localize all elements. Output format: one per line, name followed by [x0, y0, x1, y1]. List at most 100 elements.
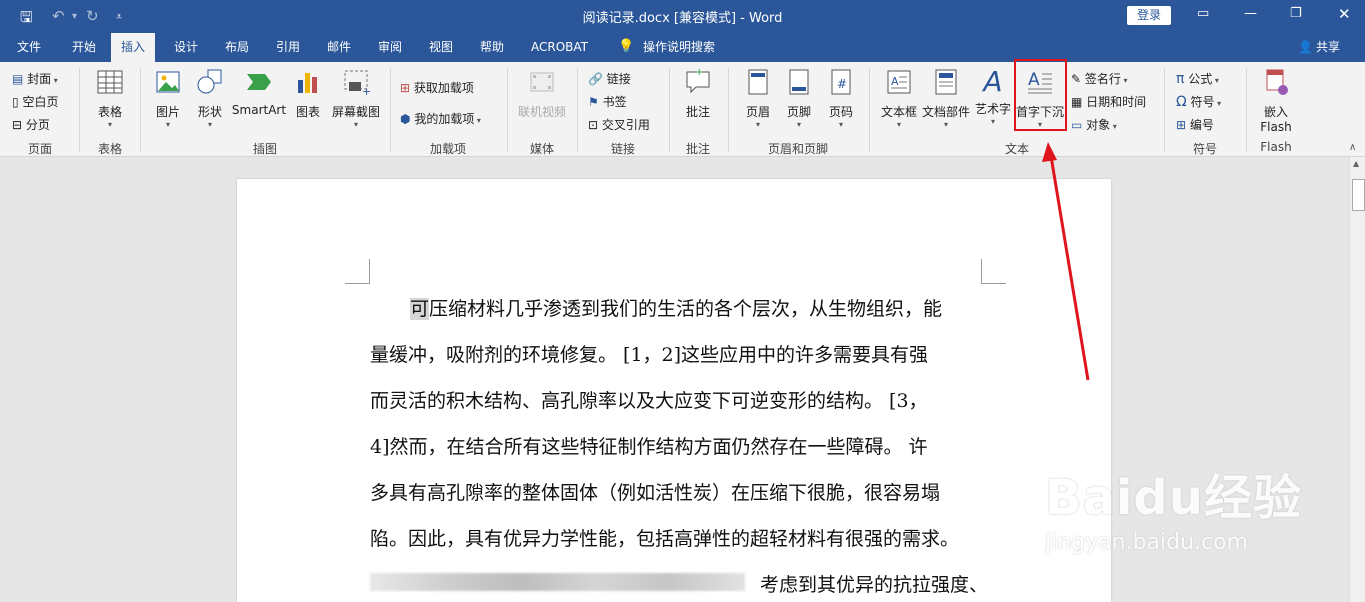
online-video-button[interactable]: 联机视频	[514, 68, 570, 120]
svg-text:+: +	[695, 68, 703, 78]
footer-icon	[789, 69, 809, 95]
equation-button[interactable]: π 公式 ▾	[1176, 70, 1219, 87]
header-button[interactable]: 页眉 ▾	[740, 68, 776, 129]
page-break-icon: ⊟	[12, 118, 23, 132]
comment-button[interactable]: + 批注	[680, 67, 716, 120]
divider	[577, 68, 578, 152]
ribbon-display-icon[interactable]: ▭	[1197, 6, 1209, 21]
picture-icon	[156, 71, 180, 93]
tab-design[interactable]: 设计	[164, 33, 208, 62]
paragraph-line: 而灵活的积木结构、高孔隙率以及大应变下可逆变形的结构。 [3，	[370, 390, 928, 412]
ribbon-tabs: 文件 开始 插入 设计 布局 引用 邮件 审阅 视图 帮助 ACROBAT 💡 …	[0, 33, 1365, 62]
tab-home[interactable]: 开始	[62, 33, 106, 62]
smartart-button[interactable]: SmartArt	[231, 68, 287, 117]
number-icon: ⊞	[1176, 118, 1187, 132]
shapes-icon	[197, 69, 222, 94]
share-button[interactable]: 共享	[1306, 33, 1350, 62]
group-label-flash: Flash	[1260, 140, 1292, 154]
wordart-icon: A	[983, 65, 1003, 98]
close-icon[interactable]: ✕	[1338, 5, 1351, 23]
divider	[79, 68, 80, 152]
divider	[140, 68, 141, 152]
paragraph-line: 可压缩材料几乎渗透到我们的生活的各个层次，从生物组织，能	[410, 298, 943, 320]
tab-mailings[interactable]: 邮件	[317, 33, 361, 62]
store-icon: ⊞	[400, 81, 411, 95]
bookmark-icon: ⚑	[588, 95, 599, 109]
page-break-button[interactable]: ⊟ 分页	[12, 116, 50, 133]
tab-review[interactable]: 审阅	[368, 33, 412, 62]
pictures-button[interactable]: 图片 ▾	[150, 68, 186, 129]
cross-reference-button[interactable]: ⊡ 交叉引用	[588, 116, 650, 133]
paragraph-line: 量缓冲，吸附剂的环境修复。 [1，2]这些应用中的许多需要具有强	[370, 344, 929, 366]
shapes-button[interactable]: 形状 ▾	[192, 68, 228, 129]
collapse-ribbon-icon[interactable]: ∧	[1349, 142, 1356, 153]
chart-icon	[298, 73, 317, 93]
tab-view[interactable]: 视图	[419, 33, 463, 62]
footer-button[interactable]: 页脚 ▾	[781, 68, 817, 129]
signature-icon: ✎	[1071, 72, 1082, 86]
restore-icon[interactable]: ❐	[1290, 6, 1302, 21]
video-icon	[530, 72, 554, 92]
flash-icon	[1266, 69, 1288, 95]
svg-text:A: A	[891, 75, 899, 88]
embed-flash-button[interactable]: 嵌入 Flash	[1254, 68, 1298, 134]
scroll-up-icon[interactable]: ▲	[1353, 159, 1359, 168]
vertical-scrollbar[interactable]: ▲	[1349, 157, 1365, 602]
drop-cap-highlight	[1014, 59, 1067, 131]
blank-page-button[interactable]: ▯ 空白页	[12, 93, 58, 110]
cover-page-icon: ▤	[12, 72, 24, 86]
wordart-button[interactable]: A 艺术字 ▾	[972, 65, 1014, 127]
scroll-thumb[interactable]	[1352, 179, 1365, 211]
group-label-header-footer: 页眉和页脚	[767, 142, 828, 156]
quick-parts-button[interactable]: 文档部件 ▾	[921, 68, 971, 129]
pi-icon: π	[1176, 71, 1185, 87]
header-icon	[748, 69, 768, 95]
bookmark-button[interactable]: ⚑ 书签	[588, 93, 627, 110]
page-number-button[interactable]: # 页码 ▾	[823, 68, 859, 129]
date-time-button[interactable]: ▦ 日期和时间	[1071, 93, 1146, 110]
symbol-button[interactable]: Ω 符号 ▾	[1176, 93, 1221, 110]
textbox-icon: A	[887, 70, 911, 94]
divider	[728, 68, 729, 152]
tab-insert[interactable]: 插入	[111, 33, 156, 62]
textbox-button[interactable]: A 文本框 ▾	[878, 68, 920, 129]
group-label-links: 链接	[610, 142, 635, 156]
ribbon: ▤ 封面 ▾ ▯ 空白页 ⊟ 分页 页面 表格 ▾ 表格 图片 ▾ 形状 ▾ Smar…	[0, 62, 1365, 157]
tab-acrobat[interactable]: ACROBAT	[521, 33, 598, 62]
cross-reference-icon: ⊡	[588, 118, 599, 132]
minimize-icon[interactable]: —	[1244, 6, 1257, 21]
divider	[869, 68, 870, 152]
group-label-illustrations: 插图	[252, 142, 277, 156]
object-button[interactable]: ▭ 对象 ▾	[1071, 116, 1117, 133]
group-label-media: 媒体	[529, 142, 554, 156]
link-button[interactable]: 🔗 链接	[588, 70, 631, 87]
addins-icon: ⬢	[400, 112, 411, 126]
paragraph-line: 4]然而，在结合所有这些特征制作结构方面仍然存在一些障碍。 许	[370, 436, 928, 458]
my-addins-button[interactable]: ⬢ 我的加载项 ▾	[400, 110, 481, 127]
tab-references[interactable]: 引用	[266, 33, 310, 62]
table-button[interactable]: 表格 ▾	[90, 68, 130, 129]
tab-help[interactable]: 帮助	[470, 33, 514, 62]
title-bar: 🖫 ↶ ▾ ↻ ⩡ 阅读记录.docx [兼容模式] - Word 登录 ▭ —…	[0, 0, 1365, 33]
tab-file[interactable]: 文件	[7, 33, 51, 62]
baidu-watermark: Baidu经验 jingyan.baidu.com	[1045, 458, 1302, 555]
watermark-url: jingyan.baidu.com	[1045, 530, 1249, 555]
cover-page-button[interactable]: ▤ 封面 ▾	[12, 70, 58, 87]
chart-button[interactable]: 图表	[292, 68, 324, 120]
comment-icon: +	[686, 67, 710, 94]
annotation-arrow	[1042, 142, 1090, 381]
svg-text:+: +	[362, 85, 370, 96]
tell-me-search[interactable]: 操作说明搜索	[633, 33, 725, 62]
selected-char: 可	[410, 298, 430, 320]
get-addins-button[interactable]: ⊞ 获取加载项	[400, 79, 474, 96]
tab-layout[interactable]: 布局	[215, 33, 259, 62]
group-label-tables: 表格	[97, 142, 122, 156]
signature-line-button[interactable]: ✎ 签名行 ▾	[1071, 70, 1127, 87]
blurred-text	[370, 573, 745, 591]
group-label-text: 文本	[1004, 142, 1029, 156]
blank-page-icon: ▯	[12, 95, 19, 109]
screenshot-button[interactable]: + 屏幕截图 ▾	[328, 68, 384, 129]
login-button[interactable]: 登录	[1127, 6, 1171, 25]
numbering-button[interactable]: ⊞ 编号	[1176, 116, 1214, 133]
omega-icon: Ω	[1176, 94, 1187, 110]
